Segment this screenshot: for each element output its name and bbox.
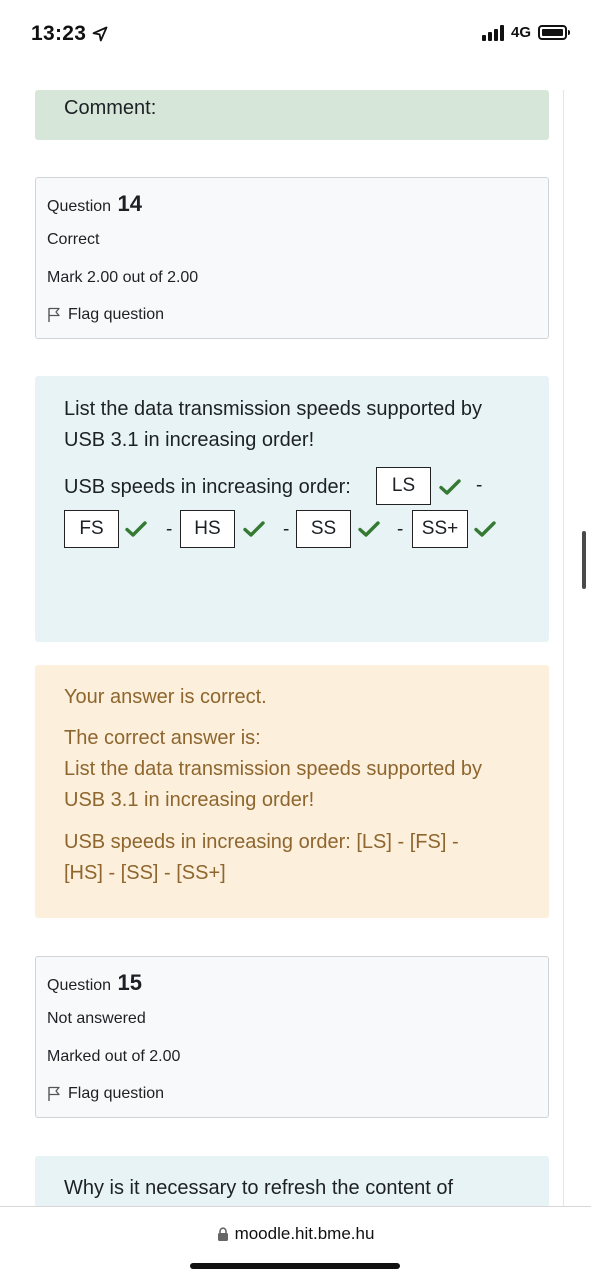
drop-zone-2[interactable]: FS bbox=[64, 510, 119, 548]
question-text-line-1: List the data transmission speeds suppor… bbox=[64, 398, 483, 420]
question-grade: Mark 2.00 out of 2.00 bbox=[47, 269, 199, 286]
url-text: moodle.hit.bme.hu bbox=[234, 1224, 375, 1243]
correct-answer-line-3: USB speeds in increasing order: [LS] - [… bbox=[64, 831, 459, 853]
separator: - bbox=[476, 475, 483, 496]
speeds-label: USB speeds in increasing order: bbox=[64, 476, 351, 498]
question-text: Why is it necessary to refresh the conte… bbox=[64, 1173, 527, 1204]
flag-icon bbox=[48, 307, 60, 322]
drop-zone-3[interactable]: HS bbox=[180, 510, 235, 548]
check-icon bbox=[439, 479, 461, 495]
feedback-result: Your answer is correct. bbox=[64, 686, 267, 708]
question-number-value: 15 bbox=[117, 970, 142, 995]
question-prefix: Question bbox=[47, 198, 112, 215]
question-15-info: Question 15 Not answered Marked out of 2… bbox=[35, 956, 549, 1118]
question-14-feedback: Your answer is correct. The correct answ… bbox=[35, 665, 549, 918]
separator: - bbox=[397, 519, 404, 540]
flag-question-button[interactable]: Flag question bbox=[47, 306, 164, 324]
page-edge bbox=[563, 90, 564, 1206]
scrollbar-thumb[interactable] bbox=[582, 531, 586, 589]
correct-answer-line-2: USB 3.1 in increasing order! bbox=[64, 789, 315, 811]
feedback-correct-answer: The correct answer is: List the data tra… bbox=[64, 723, 527, 816]
lock-icon bbox=[217, 1226, 228, 1241]
comment-box: Comment: bbox=[35, 90, 549, 140]
question-14-content: List the data transmission speeds suppor… bbox=[35, 376, 549, 642]
correct-answer-line-1: List the data transmission speeds suppor… bbox=[64, 758, 483, 780]
feedback-answer-order: USB speeds in increasing order: [LS] - [… bbox=[64, 827, 527, 889]
separator: - bbox=[283, 519, 290, 540]
drop-zone-1[interactable]: LS bbox=[376, 467, 431, 505]
check-icon bbox=[125, 521, 147, 537]
status-bar: 13:23 4G bbox=[0, 0, 591, 90]
clock-text: 13:23 bbox=[31, 22, 87, 45]
correct-answer-label: The correct answer is: bbox=[64, 727, 261, 749]
question-number: Question 15 bbox=[47, 970, 142, 996]
check-icon bbox=[474, 521, 496, 537]
question-text-line-2: USB 3.1 in increasing order! bbox=[64, 429, 315, 451]
flag-icon bbox=[48, 1086, 60, 1101]
flag-question-label: Flag question bbox=[68, 306, 165, 323]
comment-label: Comment: bbox=[64, 97, 157, 119]
question-grade: Marked out of 2.00 bbox=[47, 1048, 181, 1065]
question-text-line-1: Why is it necessary to refresh the conte… bbox=[64, 1177, 454, 1199]
question-14-info: Question 14 Correct Mark 2.00 out of 2.0… bbox=[35, 177, 549, 339]
location-arrow-icon bbox=[92, 26, 108, 42]
question-15-content: Why is it necessary to refresh the conte… bbox=[35, 1156, 549, 1206]
check-icon bbox=[358, 521, 380, 537]
drop-zone-5[interactable]: SS+ bbox=[412, 510, 468, 548]
flag-question-label: Flag question bbox=[68, 1085, 165, 1102]
drop-zone-4[interactable]: SS bbox=[296, 510, 351, 548]
correct-answer-line-4: [HS] - [SS] - [SS+] bbox=[64, 862, 226, 884]
question-number: Question 14 bbox=[47, 191, 142, 217]
question-state: Correct bbox=[47, 231, 100, 248]
browser-address-bar[interactable]: moodle.hit.bme.hu bbox=[0, 1206, 591, 1280]
separator: - bbox=[166, 519, 173, 540]
network-type: 4G bbox=[510, 24, 531, 41]
page-content[interactable]: Comment: Question 14 Correct Mark 2.00 o… bbox=[0, 90, 591, 1206]
home-indicator[interactable] bbox=[190, 1263, 400, 1269]
flag-question-button[interactable]: Flag question bbox=[47, 1085, 164, 1103]
check-icon bbox=[243, 521, 265, 537]
signal-icon bbox=[481, 24, 504, 41]
question-prefix: Question bbox=[47, 977, 112, 994]
url-display[interactable]: moodle.hit.bme.hu bbox=[0, 1224, 591, 1244]
question-text: List the data transmission speeds suppor… bbox=[64, 394, 527, 456]
battery-icon bbox=[538, 25, 570, 40]
status-indicators: 4G bbox=[481, 24, 570, 41]
question-number-value: 14 bbox=[117, 191, 142, 216]
question-state: Not answered bbox=[47, 1010, 146, 1027]
status-time: 13:23 bbox=[31, 22, 108, 46]
